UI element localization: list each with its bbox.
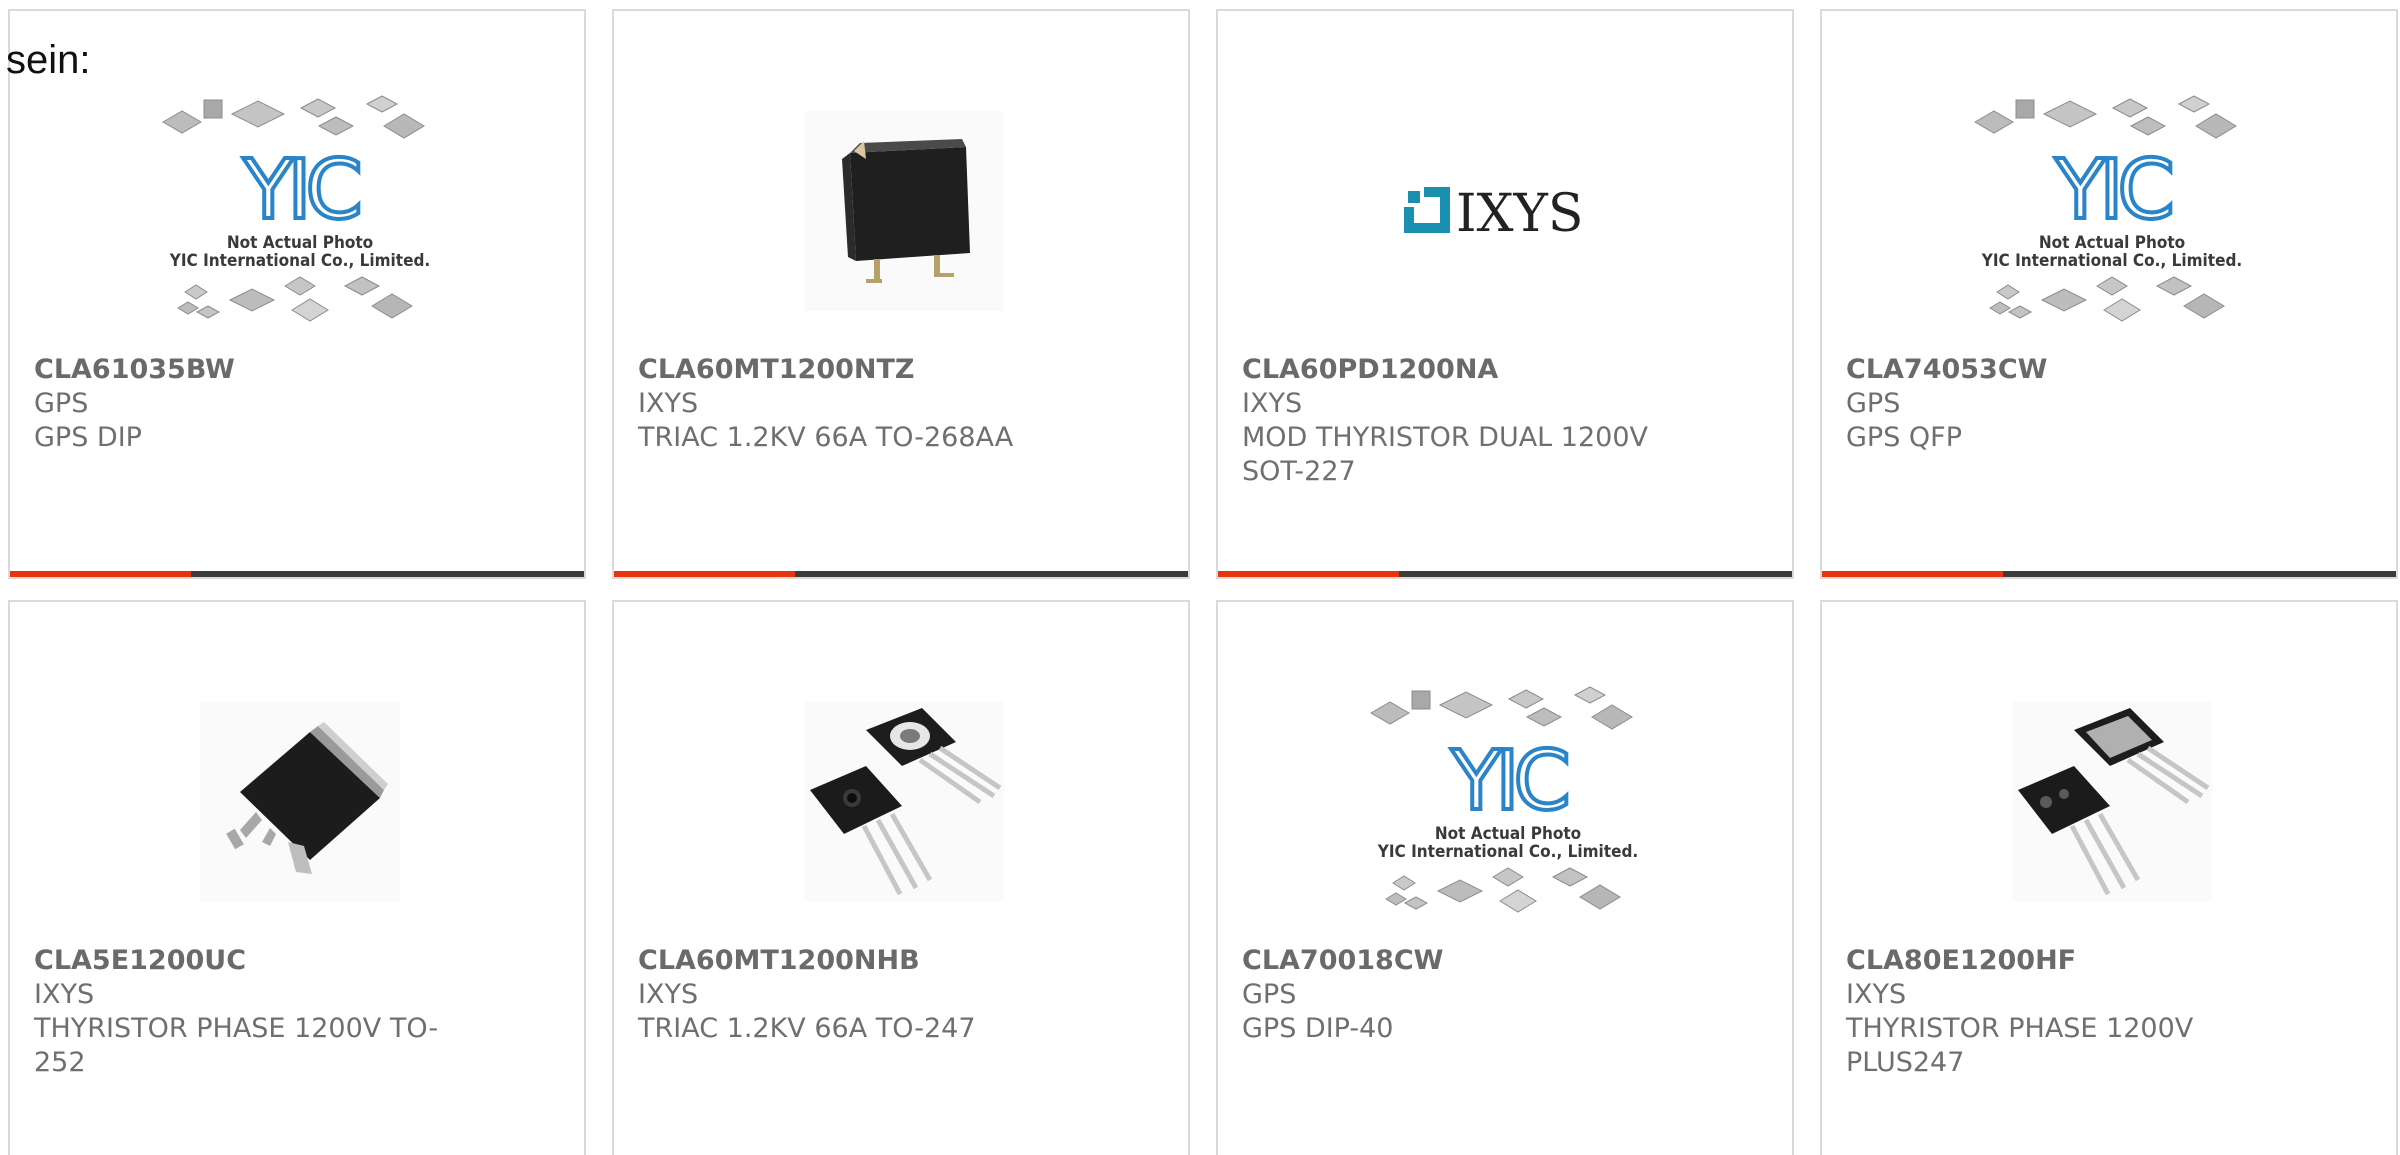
card-accent-bar [1822,571,2003,577]
manufacturer: GPS [1846,388,1901,419]
product-info: CLA74053CW GPS GPS QFP [1846,353,2266,455]
svg-text:YIC: YIC [2054,143,2170,238]
part-number-link[interactable]: CLA61035BW [34,353,454,387]
card-accent-bar [1218,571,1399,577]
description: GPS DIP-40 [1242,1013,1394,1044]
placeholder-caption-line2: YIC International Co., Limited. [1981,251,2242,271]
placeholder-caption-line1: Not Actual Photo [2039,233,2185,253]
product-image[interactable]: YIC Not Actual Photo YIC International Co.… [160,81,440,341]
part-number-link[interactable]: CLA60MT1200NTZ [638,353,1058,387]
to-252-package-image [200,702,400,902]
product-card[interactable]: IXYS CLA60PD1200NA IXYS MOD THYRISTOR DU… [1216,9,1794,579]
product-grid: YIC Not Actual Photo YIC International Co.… [8,9,2400,1155]
description: MOD THYRISTOR DUAL 1200V SOT-227 [1242,422,1648,487]
manufacturer: IXYS [1242,388,1303,419]
card-bottom-bar [1218,571,1792,577]
part-number-link[interactable]: CLA5E1200UC [34,944,454,978]
yic-placeholder-image: YICNot Actual PhotoYIC International Co.… [1974,95,2242,322]
ixys-logo-image: IXYS [1404,184,1584,244]
product-info: CLA80E1200HF IXYS THYRISTOR PHASE 1200V … [1846,944,2266,1080]
part-number-link[interactable]: CLA80E1200HF [1846,944,2266,978]
product-card[interactable]: CLA5E1200UC IXYS THYRISTOR PHASE 1200V T… [8,600,586,1155]
intro-text: sein: [6,38,91,82]
description: TRIAC 1.2KV 66A TO-268AA [638,422,1014,453]
manufacturer: GPS [1242,979,1297,1010]
product-image[interactable] [160,672,440,932]
product-card[interactable]: YIC Not Actual Photo YIC International Co.… [8,9,586,579]
product-card[interactable]: CLA60MT1200NTZ IXYS TRIAC 1.2KV 66A TO-2… [612,9,1190,579]
product-grid-page: sein: YIC Not Actual Photo YIC Internation… [0,0,2400,1155]
product-info: CLA60PD1200NA IXYS MOD THYRISTOR DUAL 12… [1242,353,1662,489]
card-bottom-bar [10,571,584,577]
product-image[interactable] [1972,672,2252,932]
product-image[interactable] [764,672,1044,932]
placeholder-caption-line2: YIC International Co., Limited. [1377,842,1638,862]
manufacturer: IXYS [34,979,95,1010]
part-number-link[interactable]: CLA70018CW [1242,944,1662,978]
product-image[interactable] [764,81,1044,341]
yic-logo: YIC [2052,141,2178,240]
product-image[interactable]: YIC Not Actual Photo YIC International Co.… [1368,672,1648,932]
description: TRIAC 1.2KV 66A TO-247 [638,1013,976,1044]
card-bottom-bar [1822,571,2396,577]
placeholder-caption-line1: Not Actual Photo [1435,824,1581,844]
product-info: CLA5E1200UC IXYS THYRISTOR PHASE 1200V T… [34,944,454,1080]
placeholder-caption-line2: YIC International Co., Limited. [169,251,430,271]
description: GPS QFP [1846,422,1962,453]
part-number-link[interactable]: CLA74053CW [1846,353,2266,387]
manufacturer: IXYS [638,388,699,419]
yic-placeholder-image: YICNot Actual PhotoYIC International Co.… [162,95,430,322]
svg-text:YIC: YIC [242,143,358,238]
card-accent-bar [10,571,191,577]
to-247-package-image [804,702,1004,902]
yic-logo: YIC [1448,732,1574,831]
product-info: CLA60MT1200NHB IXYS TRIAC 1.2KV 66A TO-2… [638,944,1058,1046]
part-number-link[interactable]: CLA60PD1200NA [1242,353,1662,387]
product-info: CLA61035BW GPS GPS DIP [34,353,454,455]
description: THYRISTOR PHASE 1200V TO- 252 [34,1013,439,1078]
product-card[interactable]: CLA80E1200HF IXYS THYRISTOR PHASE 1200V … [1820,600,2398,1155]
svg-text:YIC: YIC [1450,734,1566,829]
product-card[interactable]: YIC Not Actual Photo YIC International Co.… [1820,9,2398,579]
ixys-logo-text: IXYS [1456,184,1584,244]
manufacturer: IXYS [638,979,699,1010]
description: GPS DIP [34,422,142,453]
placeholder-caption-line1: Not Actual Photo [227,233,373,253]
yic-placeholder-image: YICNot Actual PhotoYIC International Co.… [1370,686,1638,913]
to-268-package-image [804,111,1004,311]
yic-logo: YIC [240,141,366,240]
card-bottom-bar [614,571,1188,577]
description: THYRISTOR PHASE 1200V PLUS247 [1846,1013,2194,1078]
manufacturer: IXYS [1846,979,1907,1010]
product-info: CLA70018CW GPS GPS DIP-40 [1242,944,1662,1046]
manufacturer: GPS [34,388,89,419]
product-image[interactable]: IXYS [1368,81,1648,341]
plus247-package-image [2012,702,2212,902]
product-info: CLA60MT1200NTZ IXYS TRIAC 1.2KV 66A TO-2… [638,353,1058,455]
product-image[interactable]: YIC Not Actual Photo YIC International Co.… [1972,81,2252,341]
part-number-link[interactable]: CLA60MT1200NHB [638,944,1058,978]
card-accent-bar [614,571,795,577]
product-card[interactable]: YIC Not Actual Photo YIC International Co.… [1216,600,1794,1155]
product-card[interactable]: CLA60MT1200NHB IXYS TRIAC 1.2KV 66A TO-2… [612,600,1190,1155]
